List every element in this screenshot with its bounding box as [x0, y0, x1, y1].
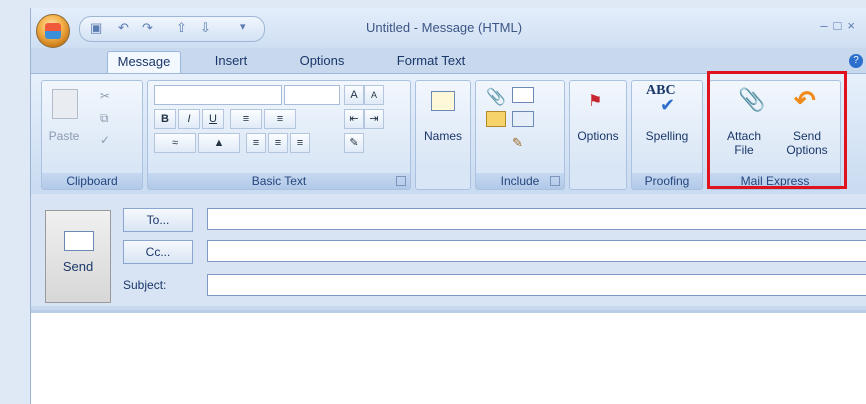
tab-insert[interactable]: Insert [201, 51, 261, 73]
paperclip-icon[interactable]: 📎 [486, 87, 506, 107]
tab-format-text[interactable]: Format Text [383, 51, 479, 73]
window-controls: –□× [820, 18, 861, 33]
calendar-icon[interactable] [512, 111, 534, 127]
group-include: 📎 ✎ Include [475, 80, 565, 190]
shrink-font-button[interactable]: A [364, 85, 384, 105]
group-label-basic-text: Basic Text [148, 173, 410, 189]
customize-qat-icon[interactable]: ▾ [240, 20, 246, 33]
group-label-proofing: Proofing [632, 173, 702, 189]
close-icon[interactable]: × [847, 18, 861, 33]
paste-button[interactable]: Paste [44, 129, 84, 143]
title-bar: ▣ ↶ ↷ ⇧ ⇩ ▾ Untitled - Message (HTML) –□… [31, 8, 866, 48]
decrease-indent-icon[interactable]: ⇤ [344, 109, 364, 129]
format-painter-icon[interactable]: ✓ [100, 133, 110, 147]
bullets-icon[interactable]: ≡ [230, 109, 262, 129]
increase-indent-icon[interactable]: ⇥ [364, 109, 384, 129]
save-icon[interactable]: ▣ [90, 20, 102, 36]
copy-icon[interactable]: ⧉ [100, 111, 109, 126]
numbering-icon[interactable]: ≡ [264, 109, 296, 129]
mail-express-highlight-box [707, 71, 847, 189]
align-center-icon[interactable]: ≡ [268, 133, 288, 153]
send-envelope-icon [64, 231, 94, 251]
font-size-combo[interactable] [284, 85, 340, 105]
outlook-message-window: ▣ ↶ ↷ ⇧ ⇩ ▾ Untitled - Message (HTML) –□… [30, 8, 866, 404]
align-right-icon[interactable]: ≡ [290, 133, 310, 153]
group-names[interactable]: Names [415, 80, 471, 190]
tab-message[interactable]: Message [107, 51, 181, 74]
font-color-icon[interactable]: ▲ [198, 133, 240, 153]
to-button[interactable]: To... [123, 208, 193, 232]
up-arrow-icon[interactable]: ⇧ [176, 20, 187, 36]
tab-options[interactable]: Options [287, 51, 357, 73]
business-card-icon[interactable] [512, 87, 534, 103]
office-button[interactable] [36, 14, 70, 48]
cc-button[interactable]: Cc... [123, 240, 193, 264]
clear-formatting-icon[interactable]: ✎ [344, 133, 364, 153]
attach-item-icon[interactable] [486, 111, 506, 127]
window-title: Untitled - Message (HTML) [366, 20, 523, 35]
subject-label: Subject: [123, 278, 167, 292]
bold-button[interactable]: B [154, 109, 176, 129]
help-icon[interactable]: ? [849, 54, 863, 68]
include-launcher-icon[interactable] [550, 176, 560, 186]
font-name-combo[interactable] [154, 85, 282, 105]
group-options[interactable]: ⚑ Options [569, 80, 627, 190]
paste-icon [52, 89, 78, 119]
ribbon: Paste ✂ ⧉ ✓ Clipboard A A B I U ≡ ≡ ⇤ ⇥ … [31, 71, 866, 195]
redo-icon[interactable]: ↷ [142, 20, 153, 36]
send-label: Send [62, 259, 94, 274]
spelling-button[interactable]: Spelling [632, 129, 702, 143]
send-button[interactable]: Send [45, 210, 111, 303]
checkmark-icon: ✔ [660, 95, 676, 115]
minimize-icon[interactable]: – [820, 18, 833, 33]
underline-button[interactable]: U [202, 109, 224, 129]
options-button[interactable]: Options [570, 129, 626, 143]
group-clipboard: Paste ✂ ⧉ ✓ Clipboard [41, 80, 143, 190]
cc-field[interactable] [207, 240, 866, 262]
down-arrow-icon[interactable]: ⇩ [200, 20, 211, 36]
undo-icon[interactable]: ↶ [118, 20, 129, 36]
basic-text-launcher-icon[interactable] [396, 176, 406, 186]
subject-field[interactable] [207, 274, 866, 296]
message-body[interactable] [31, 310, 866, 404]
highlight-color-icon[interactable]: ≈ [154, 133, 196, 153]
to-field[interactable] [207, 208, 866, 230]
italic-button[interactable]: I [178, 109, 200, 129]
align-left-icon[interactable]: ≡ [246, 133, 266, 153]
flag-icon: ⚑ [588, 93, 603, 110]
quick-access-toolbar: ▣ ↶ ↷ ⇧ ⇩ ▾ [79, 16, 265, 42]
group-basic-text: A A B I U ≡ ≡ ⇤ ⇥ ≈ ▲ ≡ ≡ ≡ ✎ Basic Text [147, 80, 411, 190]
grow-font-button[interactable]: A [344, 85, 364, 105]
group-proofing: ABC ✔ Spelling Proofing [631, 80, 703, 190]
signature-icon[interactable]: ✎ [512, 135, 523, 151]
address-book-icon [431, 91, 455, 111]
cut-icon[interactable]: ✂ [100, 89, 110, 103]
maximize-icon[interactable]: □ [834, 18, 848, 33]
message-header: Send To... Cc... Subject: [31, 194, 866, 306]
group-label-clipboard: Clipboard [42, 173, 142, 189]
names-button[interactable]: Names [416, 129, 470, 143]
office-logo-icon [45, 23, 61, 39]
